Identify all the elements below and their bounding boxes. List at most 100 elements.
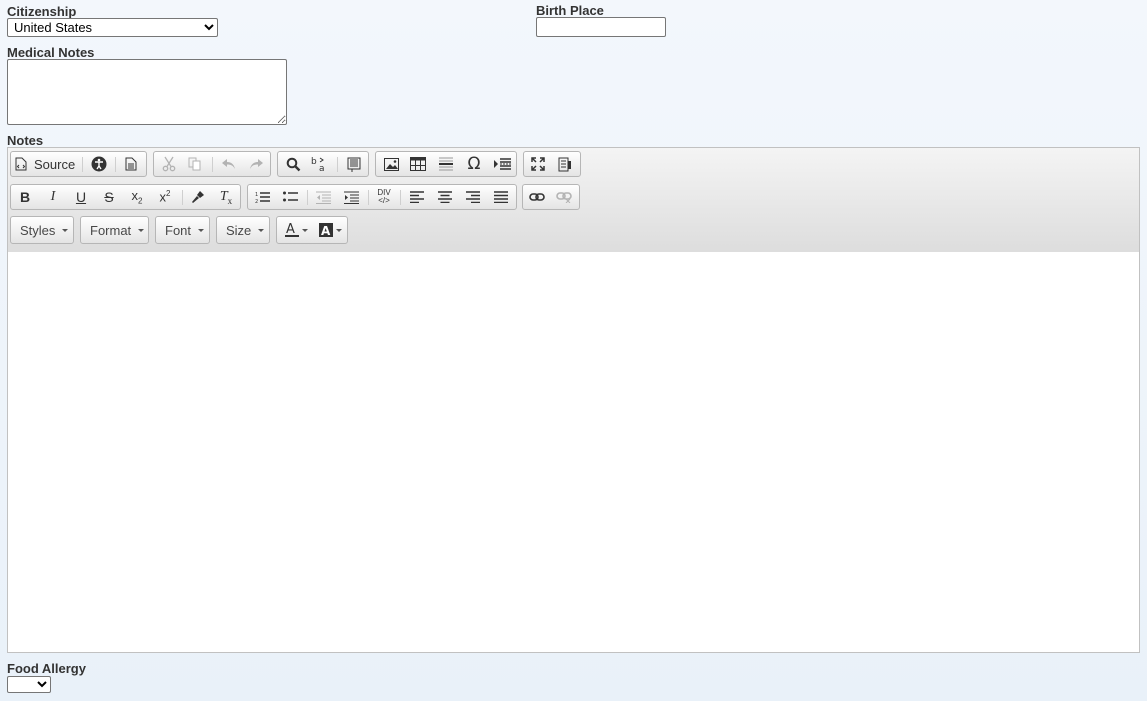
italic-button[interactable]: I <box>41 187 65 207</box>
omega-icon: Ω <box>467 154 481 174</box>
medical-notes-textarea[interactable] <box>7 59 287 125</box>
toolbar-group-colors: A A <box>276 216 348 244</box>
source-icon <box>15 157 27 171</box>
select-all-icon <box>347 157 361 172</box>
undo-button[interactable] <box>217 154 241 174</box>
link-button[interactable] <box>525 187 549 207</box>
svg-text:a: a <box>319 164 325 172</box>
document-icon <box>125 157 137 171</box>
image-icon <box>383 157 399 171</box>
separator <box>400 190 401 205</box>
separator <box>82 157 83 172</box>
underline-button[interactable]: U <box>69 187 93 207</box>
size-label: Size <box>226 222 252 238</box>
source-button[interactable]: Source <box>15 154 77 174</box>
citizenship-label: Citizenship <box>7 4 77 19</box>
remove-format-button[interactable]: Tx <box>214 187 238 207</box>
size-dropdown[interactable]: Size <box>216 216 270 244</box>
horizontal-line-button[interactable] <box>434 154 458 174</box>
separator <box>307 190 308 205</box>
justify-icon <box>494 191 508 203</box>
font-dropdown[interactable]: Font <box>155 216 210 244</box>
outdent-icon <box>315 191 331 204</box>
image-button[interactable] <box>379 154 403 174</box>
italic-icon: I <box>50 189 56 204</box>
toolbar-group-view <box>523 151 581 177</box>
accessibility-button[interactable] <box>87 154 111 174</box>
page-break-button[interactable] <box>490 154 514 174</box>
chevron-down-icon <box>138 228 145 232</box>
unlink-button[interactable] <box>552 187 576 207</box>
code-brackets-icon: </> <box>378 196 390 205</box>
format-dropdown[interactable]: Format <box>80 216 149 244</box>
toolbar-group-paragraph: 12 DIV </> <box>247 184 517 210</box>
bulleted-list-button[interactable] <box>278 187 302 207</box>
chevron-down-icon <box>198 228 205 232</box>
align-center-button[interactable] <box>433 187 457 207</box>
background-color-button[interactable]: A <box>315 220 345 240</box>
decrease-indent-button[interactable] <box>311 187 335 207</box>
find-replace-icon: ba <box>311 157 325 172</box>
birth-place-input[interactable] <box>536 17 666 37</box>
chevron-down-icon <box>258 228 265 232</box>
link-icon <box>529 193 545 201</box>
unlink-icon <box>556 192 572 203</box>
toolbar-group-links <box>522 184 580 210</box>
text-color-button[interactable]: A <box>281 220 311 240</box>
find-button[interactable] <box>281 154 305 174</box>
toolbar-group-document: Source <box>10 151 147 177</box>
svg-text:A: A <box>286 222 295 237</box>
scissors-icon <box>162 156 176 172</box>
search-icon <box>286 157 300 171</box>
select-all-button[interactable] <box>342 154 366 174</box>
styles-dropdown[interactable]: Styles <box>10 216 74 244</box>
chevron-down-icon <box>62 228 69 232</box>
strikethrough-icon: S <box>104 189 114 205</box>
paintbrush-icon <box>192 191 204 203</box>
food-allergy-select[interactable] <box>7 676 51 693</box>
horizontal-line-icon <box>439 157 453 171</box>
food-allergy-label: Food Allergy <box>7 661 86 676</box>
align-center-icon <box>438 191 452 203</box>
editor-content-area[interactable] <box>8 252 1139 652</box>
show-blocks-button[interactable] <box>553 154 577 174</box>
remove-format-icon: Tx <box>219 188 233 206</box>
increase-indent-button[interactable] <box>339 187 363 207</box>
toolbar-group-clipboard <box>153 151 271 177</box>
medical-notes-label: Medical Notes <box>7 45 95 60</box>
undo-icon <box>222 159 235 169</box>
preview-button[interactable] <box>119 154 143 174</box>
align-right-button[interactable] <box>461 187 485 207</box>
redo-button[interactable] <box>244 154 268 174</box>
special-character-button[interactable]: Ω <box>462 154 486 174</box>
superscript-button[interactable]: x2 <box>153 187 177 207</box>
copy-button[interactable] <box>183 154 207 174</box>
chevron-down-icon <box>301 228 308 232</box>
citizenship-select[interactable]: United States <box>7 18 218 37</box>
separator <box>368 190 369 205</box>
svg-text:b: b <box>311 157 317 167</box>
toolbar-group-find: ba <box>277 151 369 177</box>
maximize-button[interactable] <box>526 154 550 174</box>
justify-button[interactable] <box>489 187 513 207</box>
styles-label: Styles <box>20 222 56 238</box>
indent-icon <box>343 191 359 204</box>
bold-button[interactable]: B <box>13 187 37 207</box>
separator <box>337 157 338 172</box>
replace-button[interactable]: ba <box>308 154 332 174</box>
numbered-list-button[interactable]: 12 <box>250 187 274 207</box>
notes-label: Notes <box>7 133 44 148</box>
align-left-button[interactable] <box>405 187 429 207</box>
cut-button[interactable] <box>157 154 181 174</box>
table-button[interactable] <box>406 154 430 174</box>
show-blocks-icon <box>558 157 571 171</box>
bold-icon: B <box>19 189 31 205</box>
align-left-icon <box>410 191 424 203</box>
create-div-button[interactable]: DIV </> <box>372 187 396 207</box>
copy-formatting-button[interactable] <box>186 187 210 207</box>
separator <box>182 190 183 205</box>
bulleted-list-icon <box>282 191 298 202</box>
subscript-button[interactable]: x2 <box>125 187 149 207</box>
maximize-icon <box>531 157 545 171</box>
strikethrough-button[interactable]: S <box>97 187 121 207</box>
